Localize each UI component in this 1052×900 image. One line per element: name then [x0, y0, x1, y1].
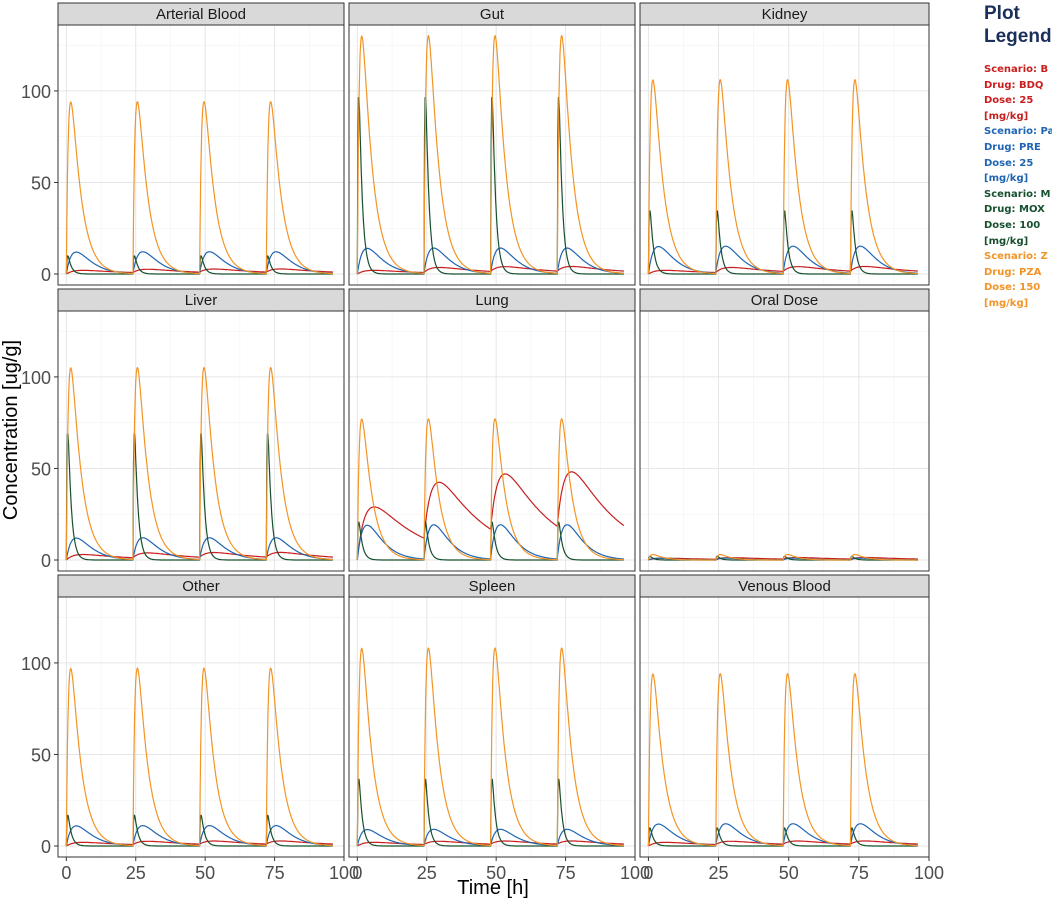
legend-entry-line: Dose: 25 [984, 157, 1034, 169]
y-tick-label: 50 [31, 173, 51, 193]
panel-title: Gut [480, 6, 505, 23]
legend-entry-line: Drug: PRE [984, 141, 1041, 153]
y-tick-label: 0 [41, 551, 51, 571]
panel-gut: Gut [348, 2, 636, 286]
pk-faceted-line-chart: Concentration [ug/g] Time [h] Arterial B… [0, 2, 944, 899]
panel-lung: Lung [348, 288, 636, 572]
x-tick-label: 0 [352, 863, 362, 883]
y-tick-label: 0 [41, 837, 51, 857]
panel-oral-dose: Oral Dose [639, 288, 930, 572]
x-tick-label: 25 [126, 863, 146, 883]
panel-kidney: Kidney [639, 2, 930, 286]
legend-entry: Scenario: Pa Drug: PRE Dose: 25 [mg/kg] [984, 124, 1052, 186]
x-tick-label: 25 [417, 863, 437, 883]
y-tick-label: 100 [21, 368, 51, 388]
legend-entry-line: Dose: 100 [984, 219, 1041, 231]
x-tick-label: 50 [779, 863, 799, 883]
x-tick-label: 0 [643, 863, 653, 883]
legend-entry-line: Scenario: Z [984, 251, 1048, 263]
y-tick-label: 50 [31, 459, 51, 479]
panel-title: Liver [185, 292, 218, 309]
y-tick-label: 50 [31, 745, 51, 765]
legend-entry: Scenario: Z Drug: PZA Dose: 150 [mg/kg] [984, 249, 1052, 311]
x-tick-label: 75 [556, 863, 576, 883]
legend-entry-line: Drug: MOX [984, 204, 1045, 216]
legend-entry: Scenario: M Drug: MOX Dose: 100 [mg/kg] [984, 187, 1052, 249]
panel-title: Lung [475, 292, 508, 309]
x-tick-label: 75 [265, 863, 285, 883]
panel-title: Kidney [762, 6, 808, 23]
legend-entry-line: [mg/kg] [984, 173, 1029, 185]
legend-title: Plot Legend: [984, 3, 1052, 47]
panel-spleen: Spleen0 25 50 75 100 [348, 574, 650, 883]
x-tick-label: 25 [709, 863, 729, 883]
legend-entry-line: Drug: PZA [984, 266, 1042, 278]
legend-entry-line: Dose: 150 [984, 282, 1041, 294]
panel-venous-blood: Venous Blood 0 25 50 75 100 [639, 574, 944, 883]
y-tick-label: 0 [41, 265, 51, 285]
x-tick-label: 50 [486, 863, 506, 883]
panel-arterial-blood: Arterial Blood 0 50 100 [21, 2, 345, 286]
panel-title: Oral Dose [751, 292, 819, 309]
legend-entry-line: Scenario: Pa [984, 126, 1052, 138]
x-tick-label: 100 [914, 863, 944, 883]
panel-title: Spleen [469, 578, 516, 595]
legend-entries: Scenario: B Drug: BDQ Dose: 25 [mg/kg] Scena… [984, 62, 1052, 312]
panel-other: Other0501000 25 50 75 100 [21, 574, 359, 883]
x-tick-label: 50 [195, 863, 215, 883]
legend-entry-line: [mg/kg] [984, 297, 1029, 309]
legend-entry-line: Dose: 25 [984, 95, 1034, 107]
y-tick-label: 100 [21, 654, 51, 674]
legend-entry-line: Scenario: B [984, 64, 1049, 75]
plot-legend: Plot Legend: Scenario: B Drug: BDQ Dose: 2… [984, 2, 1052, 312]
legend-entry-line: Scenario: M [984, 188, 1051, 200]
panel-liver: Liver 0 50 100 [21, 288, 345, 572]
y-tick-label: 100 [21, 82, 51, 102]
panel-title: Other [182, 578, 220, 595]
panel-title: Venous Blood [738, 578, 831, 595]
legend-entry-line: [mg/kg] [984, 110, 1029, 122]
legend-entry: Scenario: B Drug: BDQ Dose: 25 [mg/kg] [984, 62, 1052, 124]
x-tick-label: 0 [61, 863, 71, 883]
y-axis-label: Concentration [ug/g] [0, 340, 22, 520]
legend-entry-line: Drug: BDQ [984, 79, 1044, 91]
x-tick-label: 75 [849, 863, 869, 883]
legend-entry-line: [mg/kg] [984, 235, 1029, 247]
panel-title: Arterial Blood [156, 6, 246, 23]
